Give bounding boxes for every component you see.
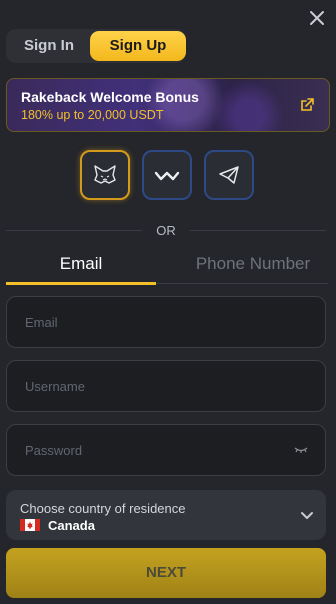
email-input[interactable]	[23, 297, 287, 348]
bonus-subtitle: 180% up to 20,000 USDT	[21, 108, 164, 122]
chevron-down-icon	[301, 512, 313, 519]
email-field	[6, 296, 326, 348]
bonus-banner[interactable]: Rakeback Welcome Bonus 180% up to 20,000…	[6, 78, 330, 132]
username-input[interactable]	[23, 361, 287, 412]
divider-line-right	[190, 230, 326, 231]
password-input[interactable]	[23, 425, 287, 476]
metamask-icon	[94, 165, 116, 184]
password-field	[6, 424, 326, 476]
tab-phone-number[interactable]: Phone Number	[168, 252, 336, 284]
active-tab-indicator	[6, 282, 156, 285]
telegram-icon	[219, 166, 239, 184]
country-select[interactable]: Choose country of residence Canada	[6, 490, 326, 540]
tab-divider-line	[156, 283, 328, 284]
walletconnect-icon	[154, 171, 180, 181]
tab-sign-in[interactable]: Sign In	[10, 31, 88, 61]
divider-line-left	[6, 230, 142, 231]
or-divider: OR	[6, 223, 326, 239]
external-link-icon[interactable]	[299, 97, 315, 113]
eye-closed-icon[interactable]	[293, 444, 309, 456]
username-field	[6, 360, 326, 412]
tab-sign-up[interactable]: Sign Up	[90, 31, 186, 61]
canada-flag-icon	[20, 519, 40, 531]
tab-email[interactable]: Email	[6, 252, 156, 284]
next-button[interactable]: NEXT	[6, 548, 326, 598]
country-label: Choose country of residence	[20, 501, 186, 516]
wallet-login-options	[80, 150, 256, 202]
login-method-tabs: Email Phone Number	[6, 252, 328, 286]
country-value: Canada	[48, 518, 95, 533]
auth-tabs: Sign In Sign Up	[6, 29, 186, 63]
bonus-title: Rakeback Welcome Bonus	[21, 89, 199, 105]
close-icon[interactable]	[308, 9, 326, 27]
or-text: OR	[156, 223, 176, 238]
metamask-button[interactable]	[80, 150, 130, 200]
walletconnect-button[interactable]	[142, 150, 192, 200]
telegram-button[interactable]	[204, 150, 254, 200]
